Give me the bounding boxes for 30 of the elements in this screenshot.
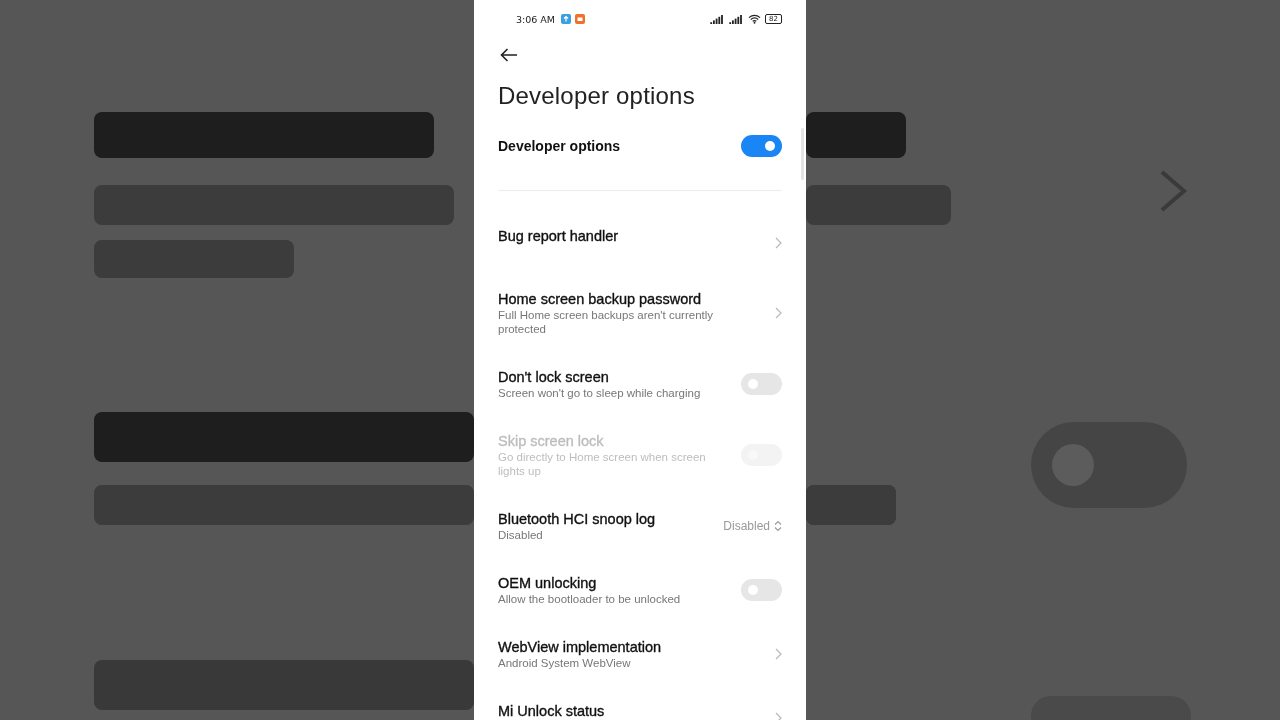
chevron-right-icon[interactable] [775, 236, 782, 249]
chevron-right-icon[interactable] [775, 711, 782, 720]
wifi-icon [748, 14, 762, 24]
status-time: 3:06 AM [516, 13, 556, 25]
toggle-switch[interactable] [741, 373, 782, 395]
setting-title[interactable]: OEM unlocking [498, 574, 720, 592]
setting-description: Disabled [498, 528, 544, 542]
signal-icon [729, 14, 745, 24]
back-arrow-icon[interactable] [500, 48, 518, 62]
signal-icon [710, 14, 726, 24]
setting-description: Android System WebView [498, 656, 632, 670]
setting-title[interactable]: Bluetooth HCI snoop log [498, 510, 720, 528]
camera-icon [575, 14, 586, 24]
setting-title[interactable]: Bug report handler [498, 227, 720, 245]
setting-description: Full Home screen backups aren't currently protected [498, 308, 715, 336]
up-down-chevron-icon [774, 520, 782, 532]
toggle-switch[interactable] [741, 579, 782, 601]
setting-title[interactable]: Don't lock screen [498, 368, 720, 386]
setting-description: Screen won't go to sleep while charging [498, 386, 702, 400]
page-title: Developer options [498, 82, 696, 110]
chevron-right-icon[interactable] [775, 307, 782, 319]
setting-title[interactable]: Mi Unlock status [498, 702, 720, 720]
setting-description: Go directly to Home screen when screen lights up [498, 450, 707, 478]
setting-description: Allow the bootloader to be unlocked [498, 592, 682, 606]
upload-icon [561, 14, 572, 24]
setting-title: Developer options [498, 138, 621, 154]
setting-title[interactable]: Home screen backup password [498, 290, 720, 308]
chevron-right-icon[interactable] [775, 648, 782, 660]
setting-title[interactable]: WebView implementation [498, 638, 720, 656]
toggle-switch[interactable] [741, 135, 782, 157]
